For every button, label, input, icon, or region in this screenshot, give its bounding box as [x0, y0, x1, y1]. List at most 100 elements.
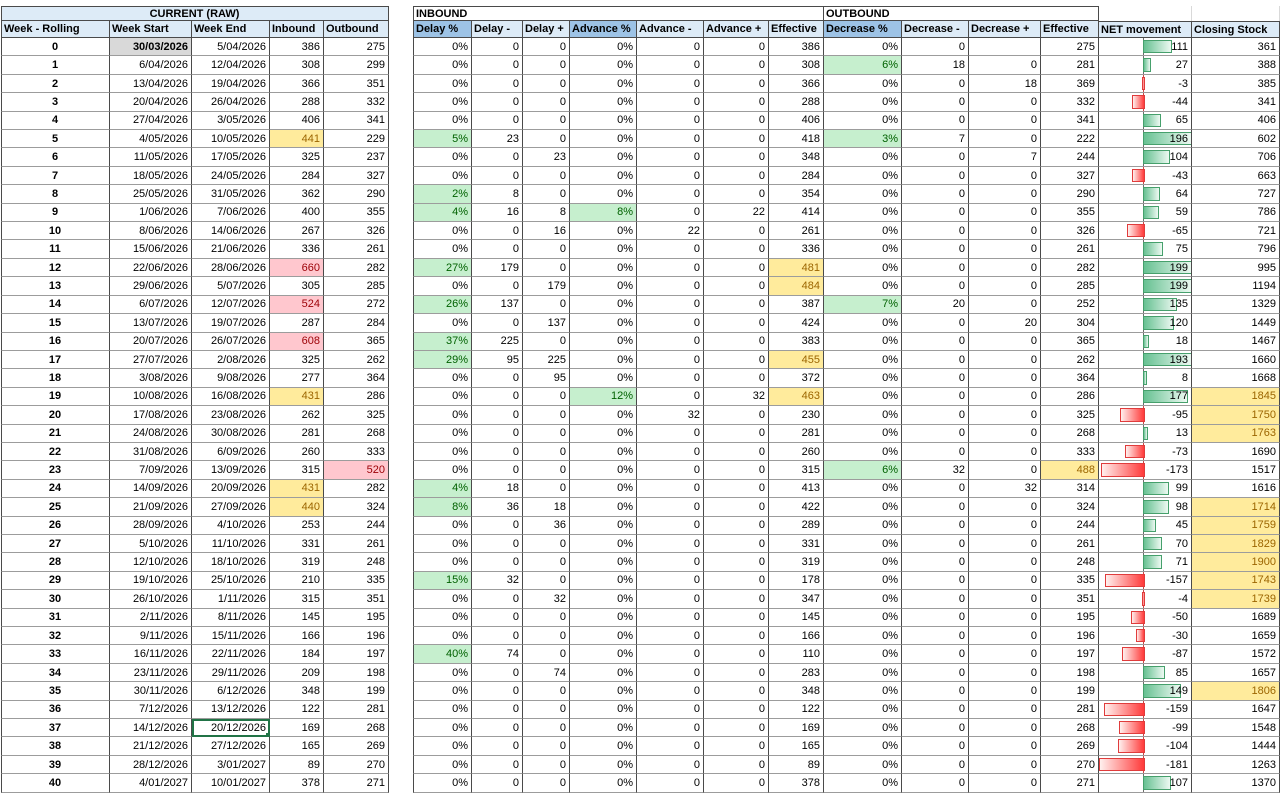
- cell-decrease-plus[interactable]: [969, 38, 1041, 56]
- cell-delay-pct[interactable]: 0%: [413, 112, 472, 130]
- cell-inbound[interactable]: 281: [270, 425, 324, 443]
- cell-advance-pct[interactable]: 0%: [570, 701, 637, 719]
- cell-outbound[interactable]: 272: [324, 296, 389, 314]
- cell-delay-pct[interactable]: 0%: [413, 167, 472, 185]
- cell-inbound[interactable]: 277: [270, 369, 324, 387]
- cell-delay-minus[interactable]: 95: [472, 351, 523, 369]
- cell-advance-minus[interactable]: 32: [637, 406, 704, 424]
- cell-advance-pct[interactable]: 8%: [570, 204, 637, 222]
- cell-decrease-minus[interactable]: 0: [902, 774, 969, 792]
- cell-delay-pct[interactable]: 0%: [413, 93, 472, 111]
- cell-decrease-minus[interactable]: 0: [902, 572, 969, 590]
- cell-delay-pct[interactable]: 27%: [413, 259, 472, 277]
- cell-advance-plus[interactable]: 0: [704, 185, 769, 203]
- cell-decrease-minus[interactable]: 0: [902, 682, 969, 700]
- cell-delay-minus[interactable]: 0: [472, 553, 523, 571]
- header-advance_plus[interactable]: Advance +: [704, 21, 769, 38]
- cell-inbound[interactable]: 287: [270, 314, 324, 332]
- cell-effective-inbound[interactable]: 347: [769, 590, 824, 608]
- cell-delay-pct[interactable]: 0%: [413, 590, 472, 608]
- cell-delay-plus[interactable]: 0: [523, 388, 570, 406]
- cell-decrease-plus[interactable]: 0: [969, 333, 1041, 351]
- cell-advance-pct[interactable]: 0%: [570, 222, 637, 240]
- cell-decrease-minus[interactable]: 0: [902, 75, 969, 93]
- cell-week-rolling[interactable]: 18: [1, 369, 110, 387]
- cell-effective-inbound[interactable]: 372: [769, 369, 824, 387]
- cell-week-end[interactable]: 20/09/2026: [192, 480, 270, 498]
- cell-delay-plus[interactable]: 95: [523, 369, 570, 387]
- cell-decrease-minus[interactable]: 32: [902, 461, 969, 479]
- cell-advance-minus[interactable]: 0: [637, 553, 704, 571]
- cell-outbound[interactable]: 324: [324, 498, 389, 516]
- cell-advance-pct[interactable]: 0%: [570, 590, 637, 608]
- cell-advance-pct[interactable]: 0%: [570, 240, 637, 258]
- cell-advance-minus[interactable]: 0: [637, 167, 704, 185]
- cell-net-movement[interactable]: 71: [1099, 553, 1192, 571]
- cell-advance-plus[interactable]: 0: [704, 535, 769, 553]
- cell-advance-pct[interactable]: 0%: [570, 756, 637, 774]
- cell-delay-plus[interactable]: 0: [523, 572, 570, 590]
- cell-outbound[interactable]: 196: [324, 627, 389, 645]
- cell-delay-minus[interactable]: 0: [472, 314, 523, 332]
- cell-effective-outbound[interactable]: 351: [1041, 590, 1099, 608]
- cell-week-start[interactable]: 6/07/2026: [110, 296, 192, 314]
- cell-effective-inbound[interactable]: 289: [769, 517, 824, 535]
- cell-decrease-plus[interactable]: 0: [969, 167, 1041, 185]
- cell-effective-outbound[interactable]: 244: [1041, 148, 1099, 166]
- cell-net-movement[interactable]: 199: [1099, 277, 1192, 295]
- cell-week-end[interactable]: 6/12/2026: [192, 682, 270, 700]
- cell-week-rolling[interactable]: 24: [1, 480, 110, 498]
- cell-week-end[interactable]: 21/06/2026: [192, 240, 270, 258]
- cell-advance-minus[interactable]: 0: [637, 277, 704, 295]
- cell-decrease-minus[interactable]: 0: [902, 314, 969, 332]
- cell-advance-plus[interactable]: 0: [704, 609, 769, 627]
- cell-advance-pct[interactable]: 0%: [570, 406, 637, 424]
- cell-advance-pct[interactable]: 0%: [570, 351, 637, 369]
- inbound-title[interactable]: INBOUND: [413, 6, 824, 21]
- cell-delay-pct[interactable]: 0%: [413, 682, 472, 700]
- cell-delay-pct[interactable]: 0%: [413, 627, 472, 645]
- cell-week-start[interactable]: 19/10/2026: [110, 572, 192, 590]
- cell-delay-plus[interactable]: 0: [523, 130, 570, 148]
- cell-decrease-plus[interactable]: 0: [969, 535, 1041, 553]
- cell-decrease-pct[interactable]: 0%: [824, 517, 902, 535]
- cell-closing-stock[interactable]: 721: [1192, 222, 1280, 240]
- cell-outbound[interactable]: 364: [324, 369, 389, 387]
- cell-closing-stock[interactable]: 1449: [1192, 314, 1280, 332]
- cell-advance-plus[interactable]: 0: [704, 112, 769, 130]
- cell-effective-inbound[interactable]: 383: [769, 333, 824, 351]
- cell-closing-stock[interactable]: 1763: [1192, 425, 1280, 443]
- cell-week-rolling[interactable]: 31: [1, 609, 110, 627]
- cell-decrease-pct[interactable]: 0%: [824, 369, 902, 387]
- header-week_rolling[interactable]: Week - Rolling: [1, 21, 110, 38]
- cell-delay-plus[interactable]: 225: [523, 351, 570, 369]
- cell-closing-stock[interactable]: 406: [1192, 112, 1280, 130]
- cell-effective-outbound[interactable]: 355: [1041, 204, 1099, 222]
- cell-advance-minus[interactable]: 0: [637, 756, 704, 774]
- cell-decrease-pct[interactable]: 0%: [824, 664, 902, 682]
- cell-decrease-minus[interactable]: 0: [902, 664, 969, 682]
- cell-week-rolling[interactable]: 28: [1, 553, 110, 571]
- cell-net-movement[interactable]: 99: [1099, 480, 1192, 498]
- cell-delay-minus[interactable]: 0: [472, 406, 523, 424]
- cell-advance-pct[interactable]: 12%: [570, 388, 637, 406]
- cell-advance-minus[interactable]: 0: [637, 498, 704, 516]
- cell-decrease-minus[interactable]: 18: [902, 56, 969, 74]
- cell-delay-pct[interactable]: 0%: [413, 553, 472, 571]
- cell-effective-outbound[interactable]: 196: [1041, 627, 1099, 645]
- cell-inbound[interactable]: 166: [270, 627, 324, 645]
- cell-effective-inbound[interactable]: 169: [769, 719, 824, 737]
- cell-delay-plus[interactable]: 0: [523, 535, 570, 553]
- cell-delay-minus[interactable]: 0: [472, 719, 523, 737]
- cell-week-end[interactable]: 13/12/2026: [192, 701, 270, 719]
- cell-week-rolling[interactable]: 34: [1, 664, 110, 682]
- cell-advance-minus[interactable]: 0: [637, 535, 704, 553]
- cell-advance-minus[interactable]: 0: [637, 351, 704, 369]
- cell-delay-plus[interactable]: 23: [523, 148, 570, 166]
- cell-advance-pct[interactable]: 0%: [570, 112, 637, 130]
- cell-advance-plus[interactable]: 0: [704, 682, 769, 700]
- cell-effective-inbound[interactable]: 281: [769, 425, 824, 443]
- cell-delay-pct[interactable]: 5%: [413, 130, 472, 148]
- cell-effective-inbound[interactable]: 166: [769, 627, 824, 645]
- cell-delay-pct[interactable]: 0%: [413, 75, 472, 93]
